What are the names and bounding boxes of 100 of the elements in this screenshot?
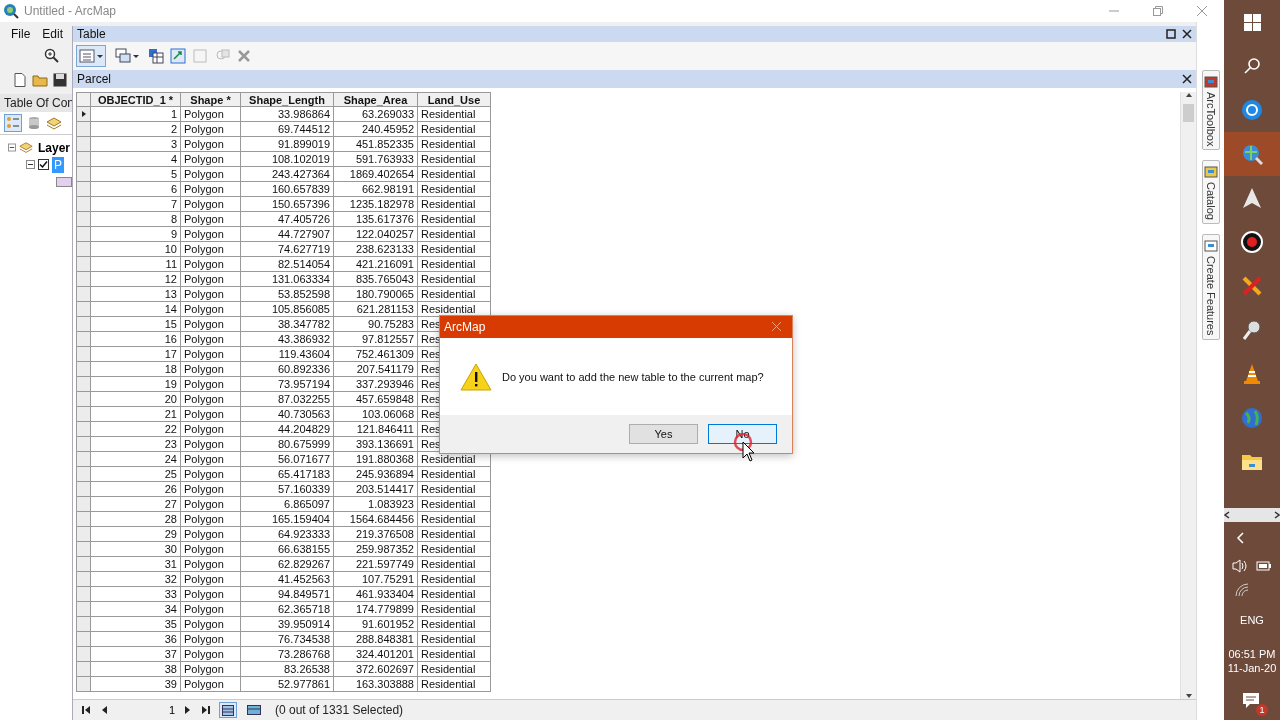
table-cell: 41.452563 xyxy=(241,572,334,587)
clock-date[interactable]: 11-Jan-20 xyxy=(1227,662,1277,674)
table-cell: 621.281153 xyxy=(334,302,418,317)
dock-tab[interactable]: Create Features xyxy=(1201,234,1220,340)
record-number-field[interactable]: 1 xyxy=(117,704,175,716)
table-cell: 245.936894 xyxy=(334,467,418,482)
scrollbar-thumb[interactable] xyxy=(1183,104,1194,122)
table-cell: 47.405726 xyxy=(241,212,334,227)
triangle-app-icon[interactable] xyxy=(1241,187,1263,209)
tree-item[interactable]: Layer xyxy=(35,139,72,156)
table-cell: 288.848381 xyxy=(334,632,418,647)
scroll-left-icon[interactable] xyxy=(1224,511,1231,519)
column-header[interactable]: Shape_Area xyxy=(334,92,418,107)
table-cell: 17 xyxy=(91,347,181,362)
table-cell: Residential xyxy=(418,602,491,617)
dialog-button[interactable]: Yes xyxy=(629,424,698,444)
globe-icon[interactable] xyxy=(1241,407,1263,429)
table-cell: Polygon xyxy=(181,677,241,692)
table-cell: 87.032255 xyxy=(241,392,334,407)
wifi-icon[interactable] xyxy=(1234,582,1250,598)
table-cell: Polygon xyxy=(181,302,241,317)
maximize-icon[interactable] xyxy=(1166,29,1176,39)
collapse-icon[interactable] xyxy=(8,143,16,152)
table-cell: 131.063334 xyxy=(241,272,334,287)
table-cell: 83.26538 xyxy=(241,662,334,677)
database-icon[interactable] xyxy=(26,115,42,131)
table-cell: 119.43604 xyxy=(241,347,334,362)
table-cell: 240.45952 xyxy=(334,122,418,137)
selected-view-icon xyxy=(247,705,261,715)
record-app-icon[interactable] xyxy=(1241,231,1263,253)
table-cell: 135.617376 xyxy=(334,212,418,227)
table-cell: Polygon xyxy=(181,347,241,362)
table-cell: 94.849571 xyxy=(241,587,334,602)
table-cell: Polygon xyxy=(181,377,241,392)
table-cell: 38 xyxy=(91,662,181,677)
column-header[interactable]: Shape_Length xyxy=(241,92,334,107)
selection-status: (0 out of 1331 Selected) xyxy=(275,703,404,717)
last-record-icon[interactable] xyxy=(201,704,211,716)
table-cell: 26 xyxy=(91,482,181,497)
list-by-drawing-order-icon[interactable] xyxy=(4,114,22,132)
notifications-icon[interactable] xyxy=(1242,692,1260,709)
show-all-records-button[interactable] xyxy=(219,702,237,718)
table-cell: Residential xyxy=(418,242,491,257)
collapse-icon[interactable] xyxy=(26,160,35,169)
sync-app-icon[interactable] xyxy=(1241,99,1263,121)
table-cell: 25 xyxy=(91,467,181,482)
switch-selection-icon[interactable] xyxy=(170,48,186,64)
table-cell: 1869.402654 xyxy=(334,167,418,182)
layer-checkbox[interactable] xyxy=(38,159,49,170)
zoom-in-icon[interactable] xyxy=(44,48,60,64)
table-cell: Polygon xyxy=(181,497,241,512)
table-cell: Residential xyxy=(418,467,491,482)
table-cell: 19 xyxy=(91,377,181,392)
table-cell: 6 xyxy=(91,182,181,197)
globe-search-icon[interactable] xyxy=(1241,143,1263,165)
column-header[interactable]: OBJECTID_1 * xyxy=(91,92,181,107)
table-cell: 31 xyxy=(91,557,181,572)
chevron-left-icon[interactable] xyxy=(1236,532,1245,544)
table-cell: 35 xyxy=(91,617,181,632)
select-by-attributes-icon[interactable] xyxy=(148,48,164,64)
first-record-icon[interactable] xyxy=(81,704,91,716)
scroll-right-icon[interactable] xyxy=(1273,511,1280,519)
save-icon[interactable] xyxy=(52,72,68,88)
delete-icon[interactable] xyxy=(236,48,252,64)
table-cell: 18 xyxy=(91,362,181,377)
table-cell: Residential xyxy=(418,632,491,647)
show-selected-records-button[interactable] xyxy=(245,702,263,718)
table-cell: 44.727907 xyxy=(241,227,334,242)
table-cell: 180.790065 xyxy=(334,287,418,302)
table-options-button[interactable] xyxy=(76,45,106,67)
column-header[interactable]: Land_Use xyxy=(418,92,491,107)
traffic-cone-icon[interactable] xyxy=(1241,363,1263,385)
table-cell: 97.812557 xyxy=(334,332,418,347)
language-indicator[interactable]: ENG xyxy=(1240,614,1264,626)
table-cell: 62.365718 xyxy=(241,602,334,617)
dock-tab[interactable]: ArcToolbox xyxy=(1201,70,1220,151)
table-cell: 12 xyxy=(91,272,181,287)
table-cell: Residential xyxy=(418,122,491,137)
dock-tab[interactable]: Catalog xyxy=(1201,160,1220,225)
row-selector[interactable] xyxy=(76,107,91,122)
close-icon[interactable] xyxy=(1182,74,1192,84)
new-document-icon[interactable] xyxy=(12,72,28,88)
table-cell: 23 xyxy=(91,437,181,452)
table-cell: Residential xyxy=(418,107,491,122)
close-icon[interactable] xyxy=(1182,29,1192,39)
battery-icon[interactable] xyxy=(1256,558,1272,574)
volume-icon[interactable] xyxy=(1232,558,1248,574)
horizontal-scrollbar[interactable] xyxy=(1224,508,1280,522)
tool-app-icon[interactable] xyxy=(1241,319,1263,341)
layers-icon[interactable] xyxy=(46,115,62,131)
column-header[interactable]: Shape * xyxy=(181,92,241,107)
scroll-up-icon[interactable] xyxy=(1184,92,1193,98)
table-cell: Residential xyxy=(418,512,491,527)
cross-app-icon[interactable] xyxy=(1241,275,1263,297)
clock-time[interactable]: 06:51 PM xyxy=(1228,648,1276,660)
table-cell: 393.136691 xyxy=(334,437,418,452)
table-cell: 835.765043 xyxy=(334,272,418,287)
menu-item[interactable]: File xyxy=(11,27,31,41)
menu-item[interactable]: Edit xyxy=(42,27,64,41)
table-cell: 752.461309 xyxy=(334,347,418,362)
